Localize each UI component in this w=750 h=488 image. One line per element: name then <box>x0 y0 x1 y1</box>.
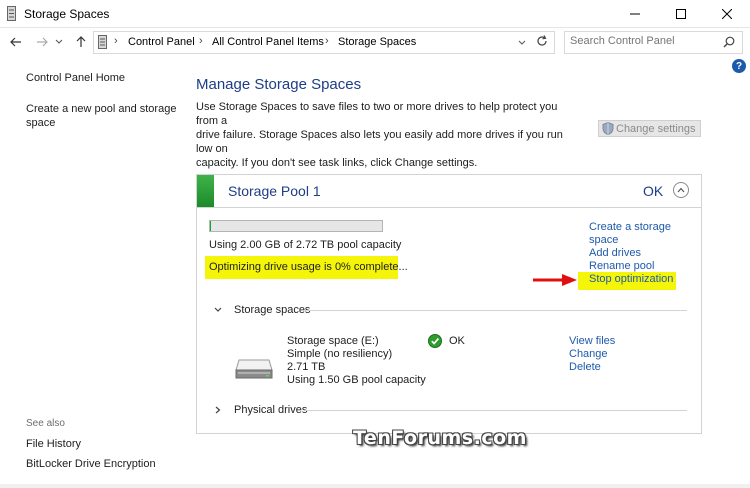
chevron-right-icon <box>215 406 221 414</box>
breadcrumb-separator: › <box>325 35 329 47</box>
address-dropdown-button[interactable] <box>518 37 526 49</box>
section-divider <box>305 410 687 411</box>
back-arrow-icon <box>10 37 21 47</box>
minimize-icon <box>630 13 640 14</box>
storage-spaces-icon <box>7 6 16 21</box>
search-box[interactable] <box>564 31 743 54</box>
navigation-bar: › Control Panel › All Control Panel Item… <box>0 28 750 56</box>
storage-pool-header: Storage Pool 1 OK <box>197 175 701 208</box>
close-button[interactable] <box>704 0 750 27</box>
optimizing-status: Optimizing drive usage is 0% complete... <box>209 261 408 273</box>
breadcrumb-separator: › <box>199 35 203 47</box>
physical-drives-label: Physical drives <box>234 404 308 416</box>
intro-line: drive failure. Storage Spaces also lets … <box>196 129 563 155</box>
breadcrumb-storage-spaces[interactable]: Storage Spaces <box>338 36 416 48</box>
breadcrumb-separator: › <box>114 35 118 47</box>
page-title: Manage Storage Spaces <box>196 76 362 93</box>
window-title: Storage Spaces <box>24 7 110 21</box>
intro-line: capacity. If you don't see task links, c… <box>196 157 478 169</box>
change-settings-button[interactable]: Change settings <box>598 120 701 137</box>
watermark: TenForums.com <box>353 427 527 449</box>
see-also-heading: See also <box>26 418 65 429</box>
delete-link[interactable]: Delete <box>569 361 601 373</box>
storage-space-usage: Using 1.50 GB pool capacity <box>287 374 426 386</box>
back-button[interactable] <box>6 32 26 52</box>
stop-optimization-link[interactable]: Stop optimization <box>589 273 673 286</box>
storage-space-size: 2.71 TB <box>287 361 326 373</box>
intro-line: Use Storage Spaces to save files to two … <box>196 101 558 127</box>
maximize-button[interactable] <box>658 0 704 27</box>
pool-status: OK <box>643 183 664 199</box>
pool-capacity-bar <box>209 220 383 232</box>
title-bar: Storage Spaces <box>0 0 750 28</box>
forward-button[interactable] <box>32 32 52 52</box>
intro-text: Use Storage Spaces to save files to two … <box>196 100 581 170</box>
collapse-button[interactable] <box>673 182 689 198</box>
bitlocker-link[interactable]: BitLocker Drive Encryption <box>26 457 156 471</box>
pool-health-bar <box>197 175 214 207</box>
create-storage-space-line2: space <box>589 234 619 246</box>
breadcrumb-control-panel[interactable]: Control Panel <box>128 36 195 48</box>
search-icon <box>723 36 735 48</box>
maximize-icon <box>676 8 686 19</box>
pool-name: Storage Pool 1 <box>228 183 321 199</box>
recent-locations-button[interactable] <box>53 32 65 52</box>
create-pool-link-line1: Create a new pool and storage <box>26 103 177 115</box>
view-files-link[interactable]: View files <box>569 335 615 347</box>
search-input[interactable] <box>570 35 720 47</box>
file-history-link[interactable]: File History <box>26 437 81 451</box>
create-pool-link-line2: space <box>26 117 56 129</box>
ok-check-icon <box>428 334 442 348</box>
forward-arrow-icon <box>37 37 48 47</box>
drive-icon <box>235 359 273 379</box>
control-panel-home-link[interactable]: Control Panel Home <box>26 71 125 85</box>
refresh-icon <box>537 35 547 46</box>
storage-spaces-label: Storage spaces <box>234 304 311 316</box>
add-drives-link[interactable]: Add drives <box>589 247 641 260</box>
create-storage-space-link[interactable]: Create a storage space <box>589 221 671 247</box>
refresh-button[interactable] <box>535 34 549 51</box>
storage-space-status: OK <box>449 335 465 347</box>
breadcrumb-all-items[interactable]: All Control Panel Items <box>212 36 324 48</box>
section-divider <box>305 310 687 311</box>
storage-pool-panel: Storage Pool 1 OK Using 2.00 GB of 2.72 … <box>196 174 702 434</box>
chevron-up-icon <box>677 187 685 193</box>
storage-space-resiliency: Simple (no resiliency) <box>287 348 393 360</box>
minimize-button[interactable] <box>612 0 658 27</box>
change-settings-label: Change settings <box>616 122 696 135</box>
change-link[interactable]: Change <box>569 348 608 360</box>
control-panel-icon <box>98 35 107 49</box>
pool-capacity-fill <box>210 221 211 231</box>
chevron-down-icon <box>55 39 63 44</box>
annotation-arrow-icon <box>533 274 577 286</box>
help-icon[interactable]: ? <box>732 59 746 73</box>
up-arrow-icon <box>76 36 86 47</box>
chevron-down-icon <box>518 40 526 45</box>
create-pool-link[interactable]: Create a new pool and storage space <box>26 102 176 130</box>
pool-usage-text: Using 2.00 GB of 2.72 TB pool capacity <box>209 239 402 251</box>
shield-icon <box>602 122 614 135</box>
chevron-down-icon <box>214 307 222 312</box>
up-button[interactable] <box>71 32 91 52</box>
create-storage-space-line1: Create a storage <box>589 221 671 233</box>
storage-space-name: Storage space (E:) <box>287 335 379 347</box>
window-bottom-edge <box>0 484 750 488</box>
address-bar[interactable]: › Control Panel › All Control Panel Item… <box>93 31 555 54</box>
close-icon <box>722 8 732 19</box>
